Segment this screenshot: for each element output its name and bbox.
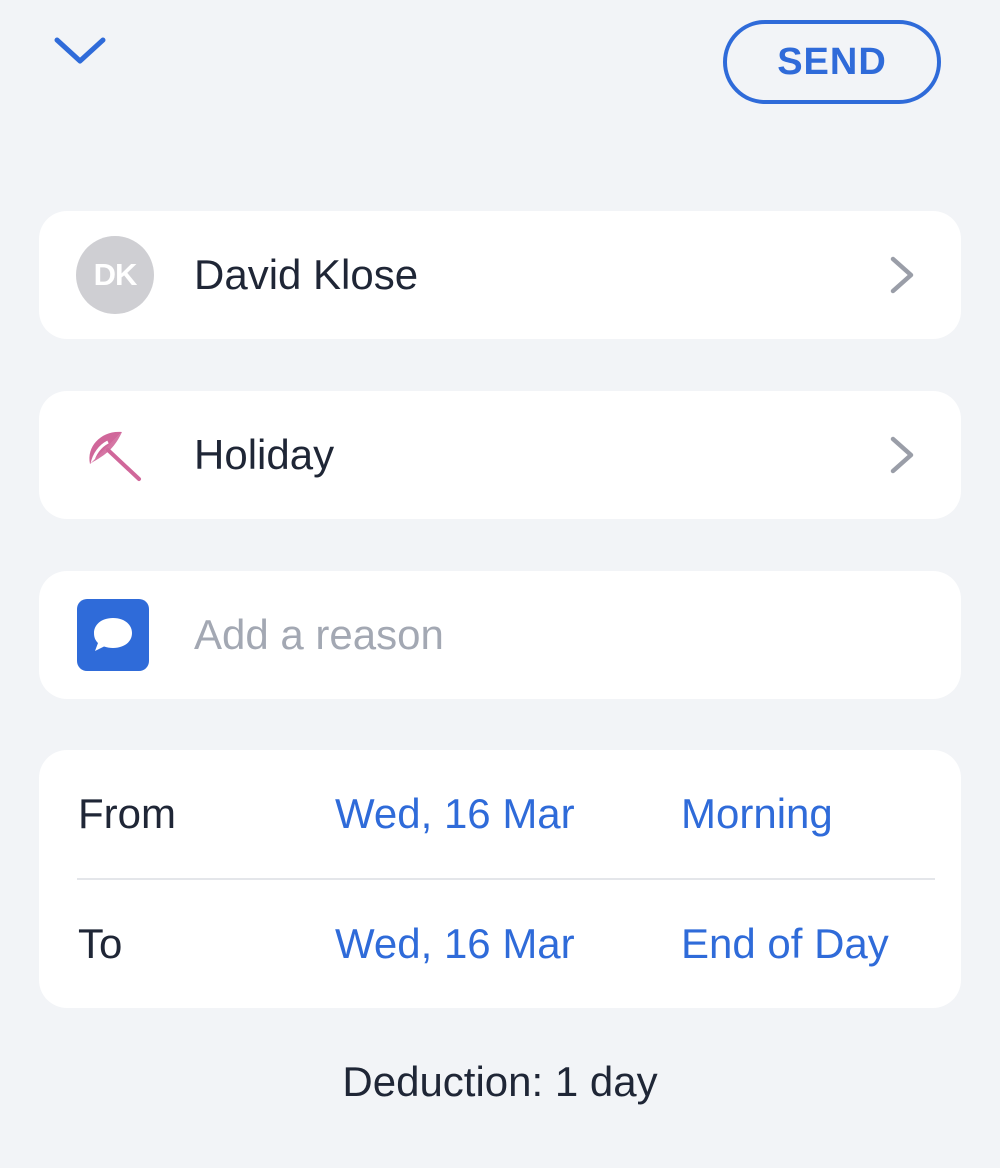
from-row: From Wed, 16 Mar Morning	[39, 750, 961, 878]
absence-type-row[interactable]: Holiday	[39, 391, 961, 519]
to-date-picker[interactable]: Wed, 16 Mar	[335, 880, 575, 1008]
to-label: To	[78, 920, 123, 967]
date-range-card: From Wed, 16 Mar Morning To Wed, 16 Mar …	[39, 750, 961, 1008]
reason-input[interactable]: Add a reason	[194, 571, 444, 699]
speech-bubble-icon	[77, 599, 149, 671]
from-label: From	[78, 790, 176, 837]
top-bar: SEND	[0, 0, 1000, 140]
reason-row[interactable]: Add a reason	[39, 571, 961, 699]
chevron-down-icon[interactable]	[52, 30, 108, 72]
employee-name: David Klose	[194, 251, 419, 298]
umbrella-icon	[76, 416, 154, 494]
chevron-right-icon	[887, 255, 917, 295]
from-date-picker[interactable]: Wed, 16 Mar	[335, 750, 575, 878]
employee-row[interactable]: DK David Klose	[39, 211, 961, 339]
chevron-right-icon	[887, 435, 917, 475]
avatar: DK	[76, 236, 154, 314]
from-time-picker[interactable]: Morning	[681, 750, 833, 878]
to-time-picker[interactable]: End of Day	[681, 880, 889, 1008]
send-button[interactable]: SEND	[723, 20, 941, 104]
absence-type-label: Holiday	[194, 431, 335, 478]
to-row: To Wed, 16 Mar End of Day	[39, 880, 961, 1008]
deduction-summary: Deduction: 1 day	[342, 1058, 658, 1105]
